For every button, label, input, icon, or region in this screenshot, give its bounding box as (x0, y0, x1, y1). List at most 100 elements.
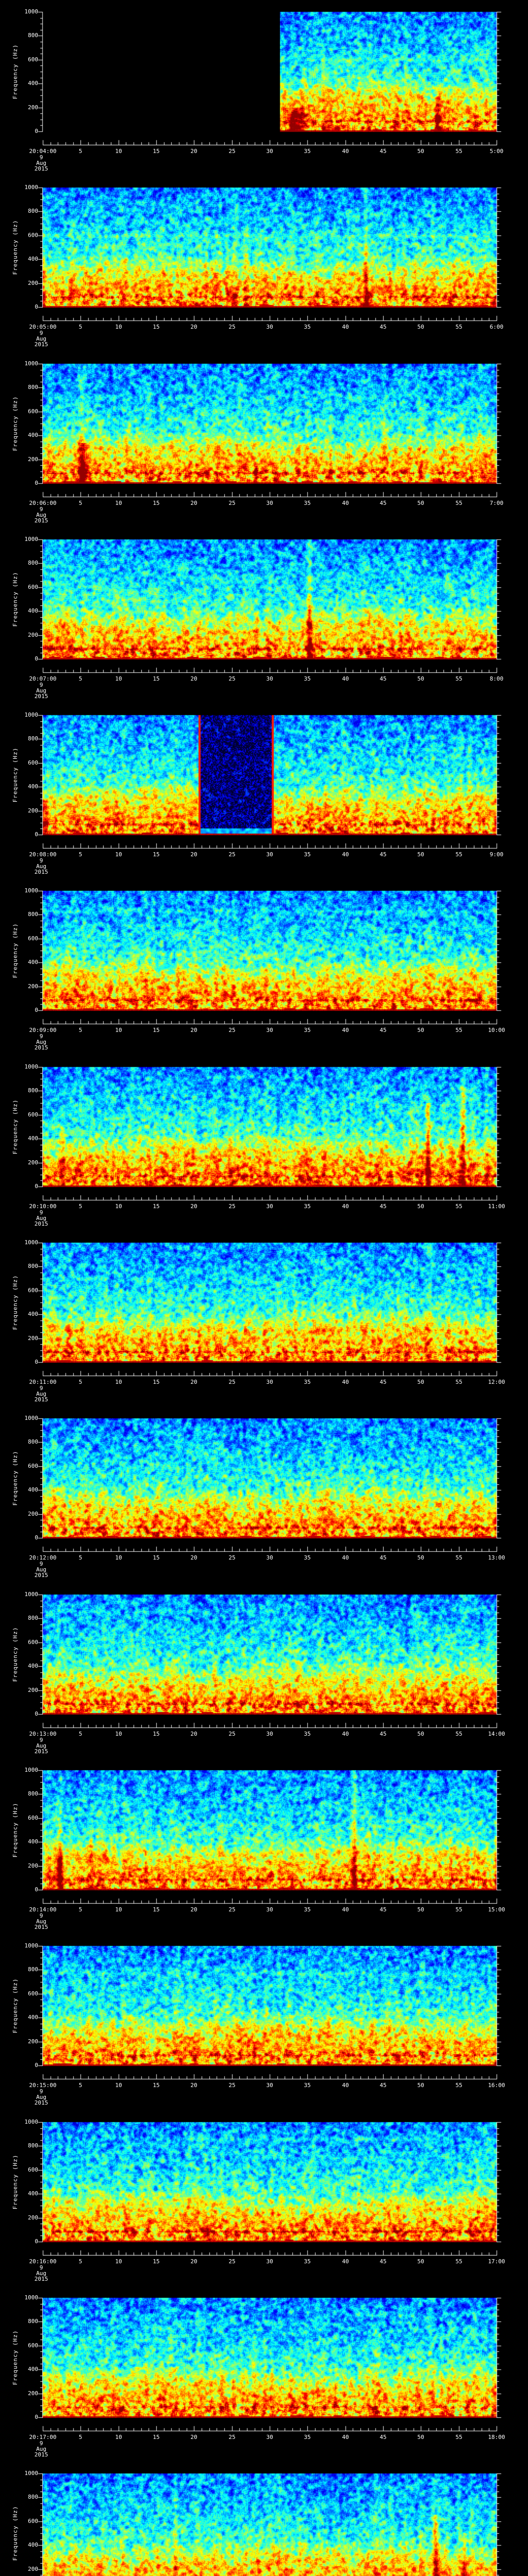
y-tick-label-800: 800 (28, 2318, 38, 2325)
x-tick-label-40: 40 (342, 324, 349, 330)
x-tick-label-10: 10 (115, 1203, 122, 1210)
y-tick-label-1000: 1000 (24, 1239, 39, 1246)
x-tick-label-50: 50 (417, 324, 424, 330)
y-tick-label-400: 400 (28, 607, 38, 614)
x-end-time-label: 17:00 (488, 2258, 505, 2265)
y-tick-label-0: 0 (35, 480, 38, 486)
date-year: 2015 (34, 693, 48, 700)
x-tick-label-30: 30 (266, 148, 273, 155)
x-tick-label-20: 20 (190, 324, 197, 330)
y-tick-label-0: 0 (35, 1183, 38, 1190)
y-axis-title: Frequency (Hz) (12, 2330, 19, 2385)
y-tick-label-200: 200 (28, 104, 38, 111)
y-tick-label-600: 600 (28, 232, 38, 239)
y-tick-label-0: 0 (35, 128, 38, 134)
x-tick-label-55: 55 (455, 324, 463, 330)
x-tick-label-55: 55 (455, 1379, 463, 1385)
y-tick-label-200: 200 (28, 1159, 38, 1166)
y-tick-label-600: 600 (28, 1639, 38, 1646)
y-tick-label-400: 400 (28, 783, 38, 790)
x-tick-label-35: 35 (304, 1731, 311, 1737)
x-tick-label-25: 25 (228, 1731, 236, 1737)
x-tick-label-45: 45 (380, 500, 387, 506)
spectrogram-panel-20:10:00: Frequency (Hz) 1000 800 600 400 200 0 20:10:00 5… (0, 1055, 528, 1231)
x-tick-label-20: 20 (190, 1731, 197, 1737)
x-tick-label-15: 15 (153, 851, 160, 858)
y-tick-label-600: 600 (28, 1815, 38, 1821)
y-tick-label-1000: 1000 (24, 1063, 39, 1070)
x-tick-label-40: 40 (342, 148, 349, 155)
y-tick-label-800: 800 (28, 1438, 38, 1445)
x-tick-label-50: 50 (417, 1554, 424, 1561)
x-tick-label-10: 10 (115, 1906, 122, 1913)
x-tick-label-15: 15 (153, 1027, 160, 1033)
x-tick-label-25: 25 (228, 1906, 236, 1913)
x-start-time-label: 20:17:00 (29, 2434, 57, 2441)
spectrogram-panel-20:13:00: Frequency (Hz) 1000 800 600 400 200 0 20:13:00 5… (0, 1583, 528, 1758)
x-tick-label-20: 20 (190, 2082, 197, 2089)
x-tick-label-20: 20 (190, 675, 197, 682)
x-tick-label-25: 25 (228, 500, 236, 506)
y-tick-label-1000: 1000 (24, 1942, 39, 1949)
x-start-time-label: 20:07:00 (29, 675, 57, 682)
x-tick-label-30: 30 (266, 851, 273, 858)
x-tick-label-5: 5 (78, 324, 82, 330)
x-tick-label-5: 5 (78, 2434, 82, 2441)
x-tick-label-15: 15 (153, 2434, 160, 2441)
x-tick-label-40: 40 (342, 1554, 349, 1561)
spectrogram-panel-20:08:00: Frequency (Hz) 1000 800 600 400 200 0 20:08:00 5… (0, 703, 528, 879)
x-tick-label-50: 50 (417, 675, 424, 682)
x-tick-label-15: 15 (153, 675, 160, 682)
x-tick-label-50: 50 (417, 148, 424, 155)
x-tick-label-10: 10 (115, 500, 122, 506)
x-tick-label-25: 25 (228, 1203, 236, 1210)
y-tick-label-400: 400 (28, 80, 38, 87)
x-tick-label-35: 35 (304, 500, 311, 506)
x-tick-label-5: 5 (78, 1203, 82, 1210)
y-tick-label-200: 200 (28, 807, 38, 814)
y-tick-label-600: 600 (28, 408, 38, 415)
y-tick-label-600: 600 (28, 1111, 38, 1118)
x-tick-label-5: 5 (78, 851, 82, 858)
x-end-time-label: 7:00 (489, 500, 504, 506)
y-tick-label-200: 200 (28, 1335, 38, 1342)
spectrogram-panel-20:09:00: Frequency (Hz) 1000 800 600 400 200 0 20:09:00 5… (0, 879, 528, 1055)
y-axis-title: Frequency (Hz) (12, 396, 19, 451)
date-year: 2015 (34, 1044, 48, 1051)
x-tick-label-5: 5 (78, 1554, 82, 1561)
y-tick-label-1000: 1000 (24, 2294, 39, 2301)
x-end-time-label: 15:00 (488, 1906, 505, 1913)
y-tick-label-0: 0 (35, 655, 38, 662)
x-end-time-label: 11:00 (488, 1203, 505, 1210)
y-tick-label-600: 600 (28, 759, 38, 766)
x-tick-label-40: 40 (342, 1027, 349, 1033)
x-tick-label-15: 15 (153, 500, 160, 506)
x-tick-label-35: 35 (304, 324, 311, 330)
x-tick-label-20: 20 (190, 148, 197, 155)
x-tick-label-35: 35 (304, 851, 311, 858)
x-tick-label-20: 20 (190, 2258, 197, 2265)
x-tick-label-50: 50 (417, 1027, 424, 1033)
x-tick-label-55: 55 (455, 1027, 463, 1033)
x-tick-label-30: 30 (266, 1554, 273, 1561)
x-tick-label-10: 10 (115, 2082, 122, 2089)
y-tick-label-1000: 1000 (24, 2119, 39, 2125)
x-tick-label-35: 35 (304, 675, 311, 682)
y-tick-label-400: 400 (28, 1838, 38, 1845)
date-year: 2015 (34, 341, 48, 348)
y-tick-label-800: 800 (28, 911, 38, 918)
x-tick-label-55: 55 (455, 2258, 463, 2265)
x-tick-label-5: 5 (78, 675, 82, 682)
y-tick-label-200: 200 (28, 1862, 38, 1869)
x-tick-label-45: 45 (380, 1906, 387, 1913)
x-tick-label-15: 15 (153, 1203, 160, 1210)
y-tick-label-200: 200 (28, 2214, 38, 2221)
y-tick-label-200: 200 (28, 456, 38, 463)
x-tick-label-20: 20 (190, 851, 197, 858)
x-tick-label-45: 45 (380, 2434, 387, 2441)
x-tick-label-30: 30 (266, 2434, 273, 2441)
x-tick-label-15: 15 (153, 1731, 160, 1737)
x-tick-label-50: 50 (417, 2082, 424, 2089)
x-tick-label-5: 5 (78, 1027, 82, 1033)
x-end-time-label: 13:00 (488, 1554, 505, 1561)
